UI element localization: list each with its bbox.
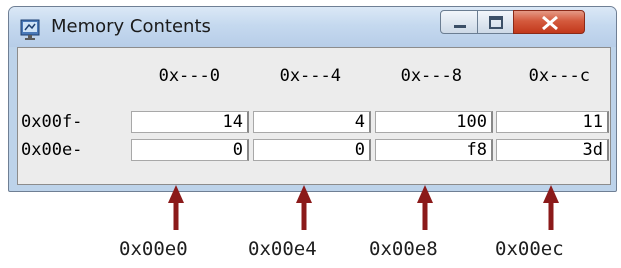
address-arrows xyxy=(168,185,559,230)
address-label: 0x00e0 xyxy=(119,238,188,260)
address-label: 0x00e8 xyxy=(369,238,438,260)
address-label: 0x00e4 xyxy=(248,238,317,260)
arrow-icon xyxy=(543,185,559,230)
address-label: 0x00ec xyxy=(495,238,564,260)
arrow-icon xyxy=(417,185,433,230)
arrow-icon xyxy=(168,185,184,230)
arrow-icon xyxy=(296,185,312,230)
